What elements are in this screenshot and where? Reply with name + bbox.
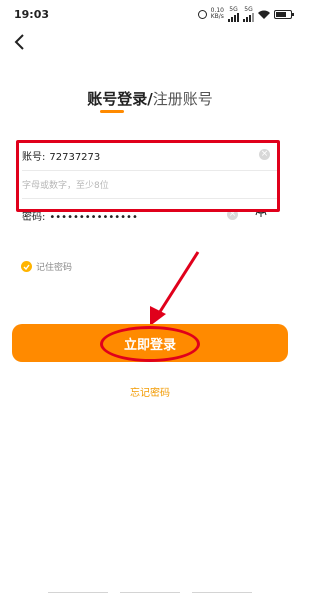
password-input[interactable]: ••••••••••••••• [49,212,137,223]
tab-register[interactable]: 注册账号 [153,90,213,108]
remember-password[interactable]: 记住密码 [21,260,72,273]
back-arrow-icon[interactable] [10,32,30,52]
annotation-highlight-box [16,140,280,212]
active-tab-indicator [100,110,124,113]
signal-icon-1: 5G [228,6,239,22]
checkbox-checked-icon[interactable] [21,261,32,272]
alarm-icon [197,9,207,19]
login-register-tabs: 账号登录/注册账号 [0,88,300,109]
remember-label: 记住密码 [36,263,73,273]
login-button[interactable]: 立即登录 [12,324,288,362]
forgot-password-link[interactable]: 忘记密码 [0,384,300,399]
battery-icon [274,9,294,19]
status-time: 19:03 [14,8,50,21]
status-icons: 0.10 KB/s 5G 5G [197,6,294,22]
status-bar: 19:03 0.10 KB/s 5G 5G [0,0,300,28]
net-speed: 0.10 KB/s [210,7,224,20]
signal-icon-2: 5G [243,6,254,22]
gesture-bar [0,592,300,594]
wifi-icon [258,10,270,19]
tab-account-login[interactable]: 账号登录 [87,90,147,108]
